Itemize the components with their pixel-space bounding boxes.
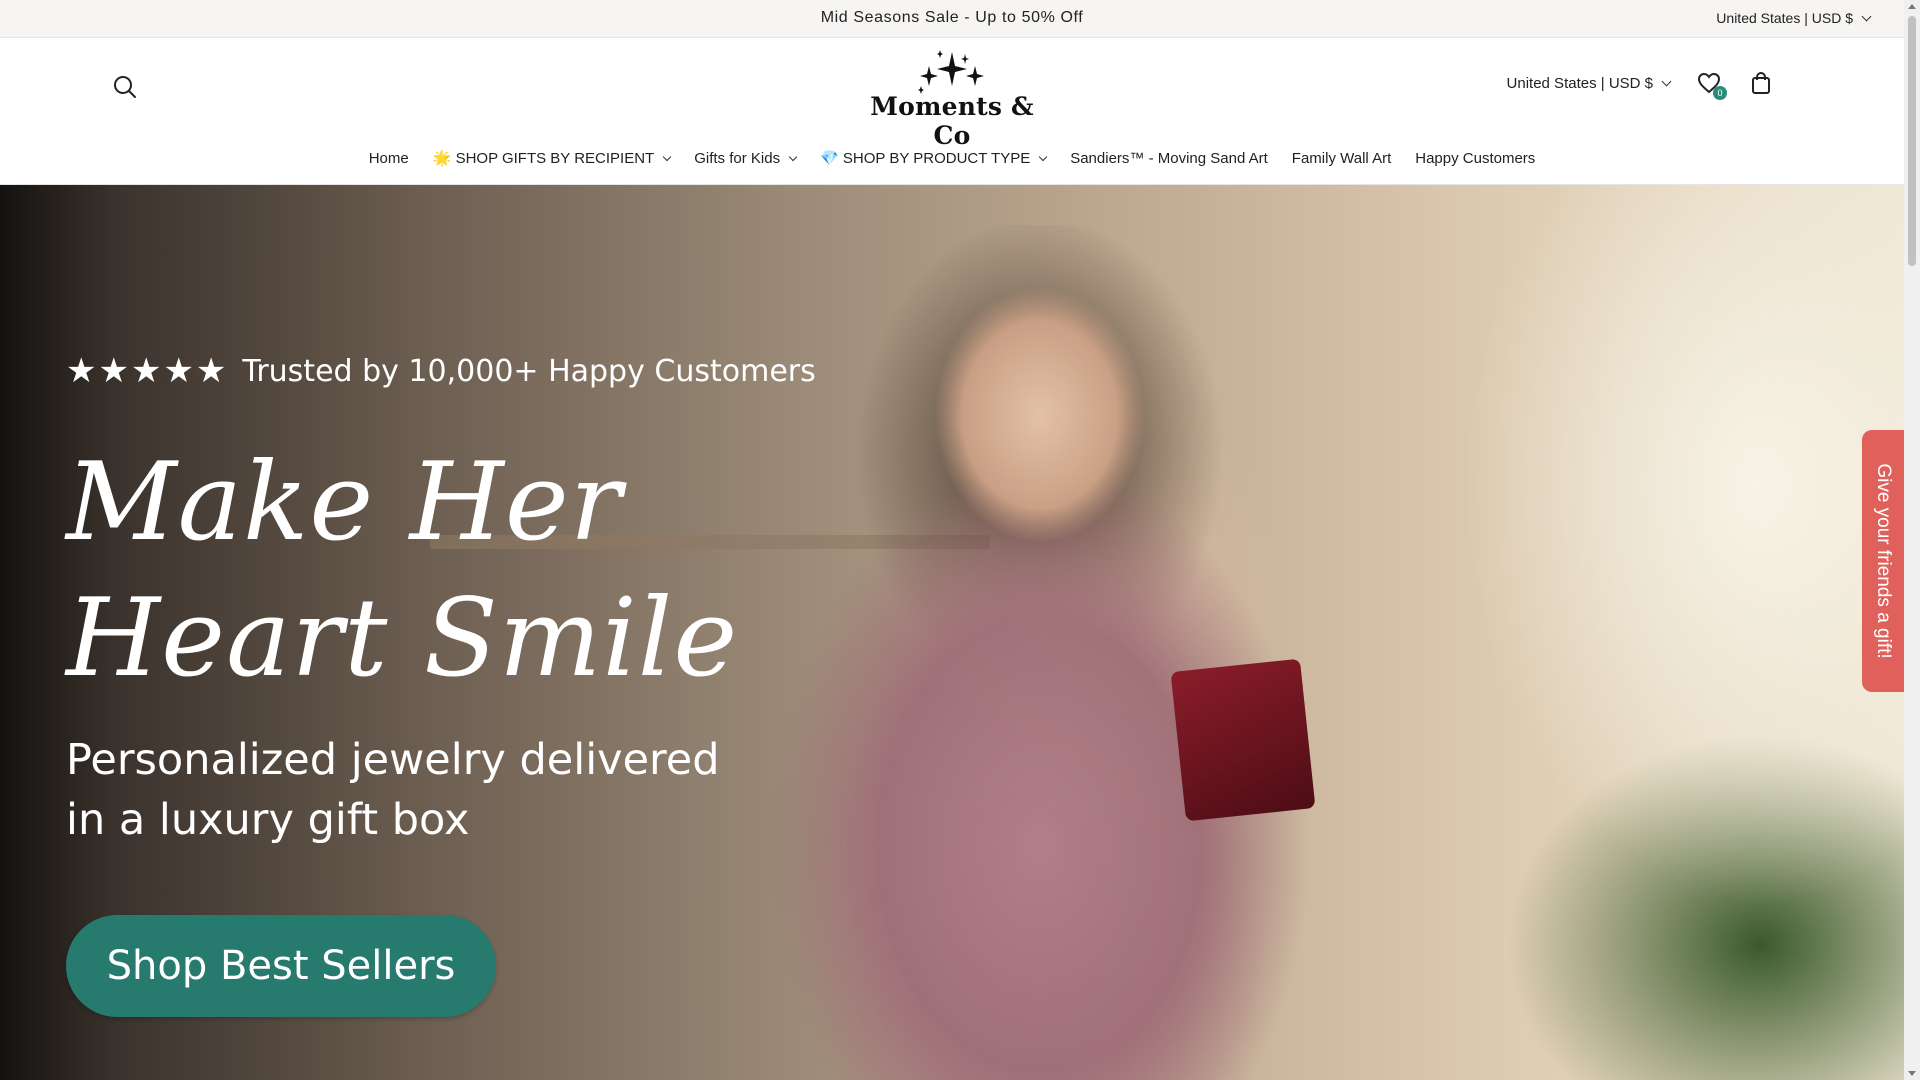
referral-side-tab-label: Give your friends a gift! [1873, 463, 1894, 659]
scroll-down-icon[interactable] [1908, 1071, 1916, 1076]
hero-model-image [760, 225, 1320, 1080]
nav-item-family-wall-art[interactable]: Family Wall Art [1292, 149, 1391, 167]
announcement-currency-label: United States | USD $ [1716, 10, 1853, 26]
nav-item-label: Family Wall Art [1291, 149, 1392, 167]
chevron-down-icon [662, 152, 672, 161]
hero-rating: ★★★★★ Trusted by 10,000+ Happy Customers [66, 351, 816, 391]
site-header: Moments & Co United States | USD $ 0 Hom… [0, 38, 1904, 185]
referral-side-tab[interactable]: Give your friends a gift! [1862, 430, 1904, 692]
hero-subtitle-line-1: Personalized jewelry delivered [66, 735, 720, 785]
nav-item-label: Happy Customers [1415, 149, 1536, 167]
hero-subtitle-line-2: in a luxury gift box [66, 795, 470, 845]
hero-gift-box-image [1170, 658, 1316, 822]
page-scrollbar[interactable] [1904, 0, 1920, 1080]
announcement-bar: Mid Seasons Sale - Up to 50% Off United … [0, 0, 1904, 38]
logo-text: Moments & Co [870, 92, 1034, 150]
nav-item-label: Sandiers™ - Moving Sand Art [1070, 149, 1268, 167]
chevron-down-icon [1861, 11, 1872, 21]
nav-item-home[interactable]: Home [369, 149, 409, 167]
shop-best-sellers-button[interactable]: Shop Best Sellers [66, 915, 496, 1017]
site-logo[interactable]: Moments & Co [852, 50, 1052, 150]
hero-headline-line-1: Make Her [66, 440, 623, 565]
cart-icon[interactable] [1748, 70, 1774, 96]
chevron-down-icon [1661, 76, 1672, 86]
nav-item-label: Home [368, 149, 409, 167]
scrollbar-thumb[interactable] [1908, 16, 1916, 266]
sparkle-logo-icon [918, 50, 984, 94]
nav-item-shop-by-product-type[interactable]: 💎 SHOP BY PRODUCT TYPE [820, 149, 1048, 167]
header-currency-label: United States | USD $ [1506, 74, 1653, 92]
scroll-up-icon[interactable] [1908, 4, 1916, 9]
chevron-down-icon [1038, 152, 1048, 161]
hero-subtitle: Personalized jewelry delivered in a luxu… [66, 730, 720, 850]
chevron-down-icon [788, 152, 798, 161]
search-icon[interactable] [112, 74, 138, 100]
hero-rating-text: Trusted by 10,000+ Happy Customers [242, 353, 816, 389]
hero-banner: ★★★★★ Trusted by 10,000+ Happy Customers… [0, 185, 1904, 1080]
star-rating-icon: ★★★★★ [66, 352, 229, 390]
nav-item-sandiers[interactable]: Sandiers™ - Moving Sand Art [1070, 149, 1268, 167]
announcement-message: Mid Seasons Sale - Up to 50% Off [820, 9, 1084, 26]
nav-item-label: 💎 SHOP BY PRODUCT TYPE [820, 150, 1031, 167]
hero-headline: Make Her Heart Smile [66, 435, 738, 707]
nav-item-label: 🌟 SHOP GIFTS BY RECIPIENT [432, 150, 655, 167]
nav-item-label: Gifts for Kids [694, 149, 781, 167]
wishlist-count-badge: 0 [1713, 86, 1727, 100]
header-currency-selector[interactable]: United States | USD $ [1506, 74, 1672, 92]
hero-headline-line-2: Heart Smile [66, 576, 739, 701]
header-actions: United States | USD $ 0 [1506, 70, 1774, 100]
announcement-currency-selector[interactable]: United States | USD $ [1716, 10, 1872, 26]
wishlist-icon[interactable]: 0 [1696, 70, 1727, 100]
nav-item-happy-customers[interactable]: Happy Customers [1415, 149, 1535, 167]
main-navigation: Home 🌟 SHOP GIFTS BY RECIPIENT Gifts for… [0, 149, 1904, 168]
nav-item-gifts-for-kids[interactable]: Gifts for Kids [694, 149, 798, 167]
nav-item-gifts-by-recipient[interactable]: 🌟 SHOP GIFTS BY RECIPIENT [432, 149, 672, 167]
